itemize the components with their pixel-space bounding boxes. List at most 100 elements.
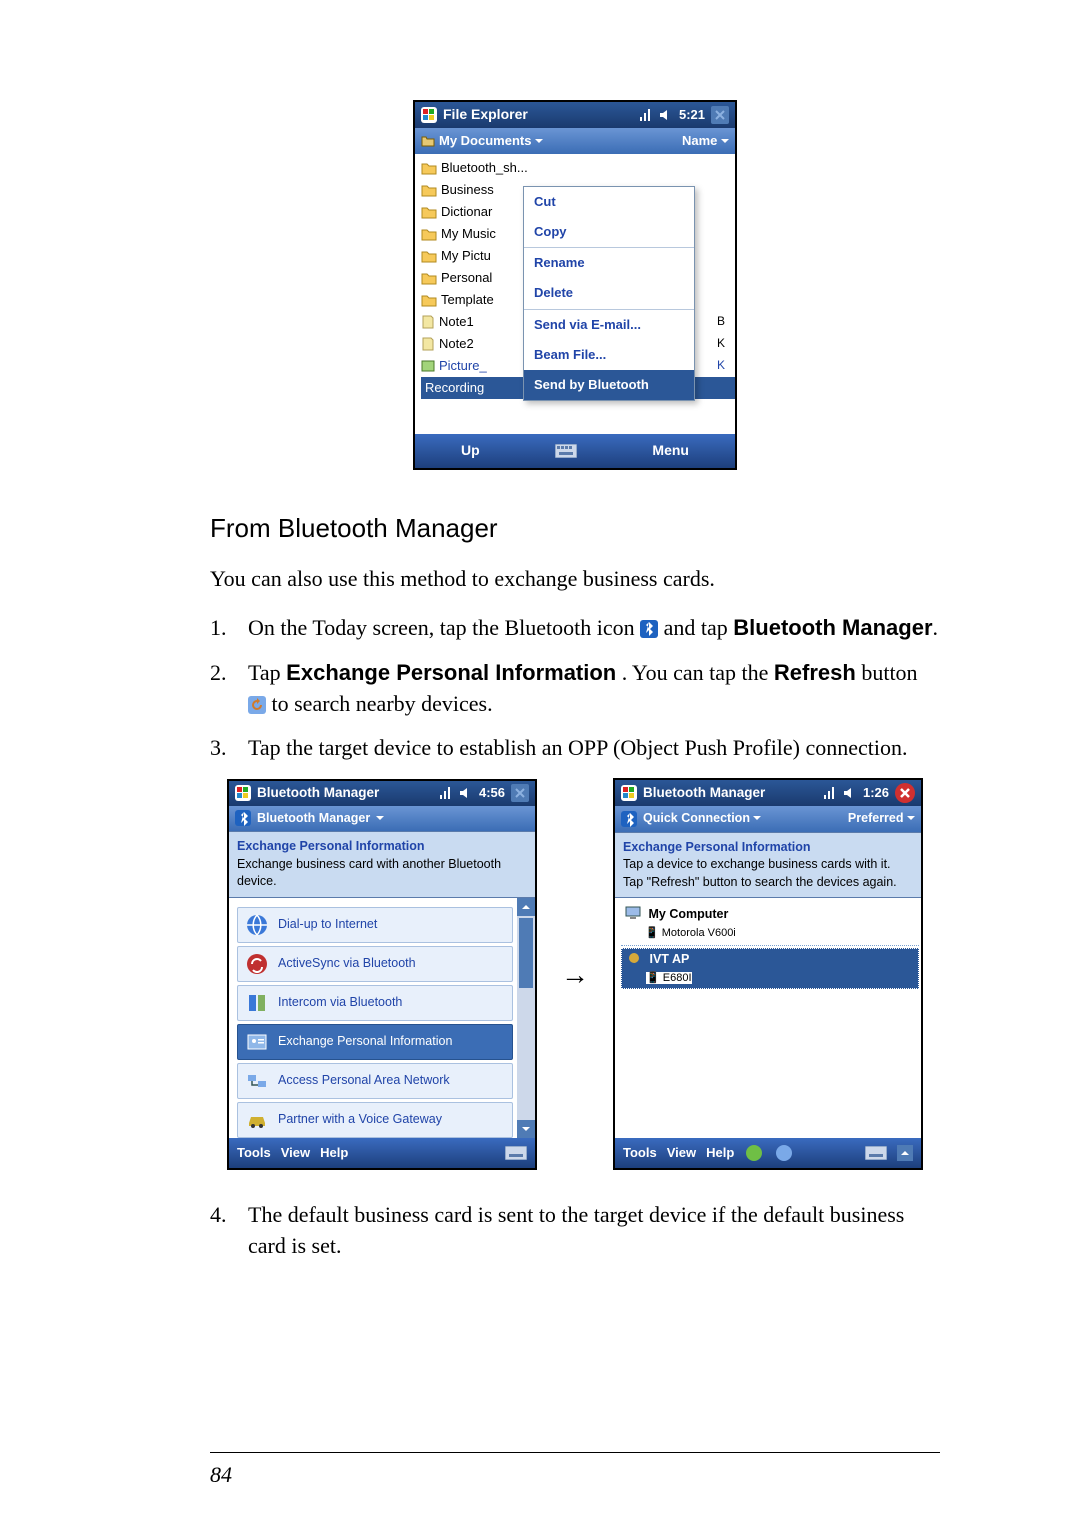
network-icon [244, 1068, 270, 1094]
bm-service-exchange[interactable]: Exchange Personal Information [237, 1024, 513, 1060]
folder-icon [421, 271, 437, 285]
ctx-rename[interactable]: Rename [524, 248, 694, 278]
up-button[interactable]: Up [461, 441, 480, 461]
ctx-delete[interactable]: Delete [524, 278, 694, 308]
device-row-selected[interactable]: IVT AP 📱 E680I [621, 948, 919, 989]
chevron-down-icon [907, 814, 915, 822]
bm-service-voicegw[interactable]: Partner with a Voice Gateway [237, 1102, 513, 1138]
bm-right-body: My Computer 📱 Motorola V600i IVT AP 📱 E6… [615, 898, 921, 1138]
steps-list-cont: 4. The default business card is sent to … [210, 1200, 940, 1262]
intro-text: You can also use this method to exchange… [210, 564, 940, 595]
keyboard-icon[interactable] [505, 1146, 527, 1160]
bm-left-toolbar[interactable]: Bluetooth Manager [229, 806, 535, 832]
ctx-copy[interactable]: Copy [524, 217, 694, 247]
volume-icon [659, 108, 673, 122]
note-icon [421, 337, 435, 351]
close-icon[interactable] [711, 106, 729, 124]
start-flag-icon[interactable] [621, 785, 637, 801]
folder-icon [421, 183, 437, 197]
start-flag-icon[interactable] [421, 107, 437, 123]
fe-folder-row[interactable]: Bluetooth_sh... [421, 157, 735, 179]
connect-icon[interactable] [746, 1145, 762, 1161]
page-number: 84 [210, 1460, 232, 1491]
fe-path[interactable]: My Documents [439, 132, 682, 150]
bluetooth-icon [640, 620, 658, 638]
scrollbar[interactable] [517, 898, 535, 1138]
fe-body: Bluetooth_sh... Business Dictionar My Mu… [415, 154, 735, 434]
steps-list: 1. On the Today screen, tap the Bluetoot… [210, 613, 940, 764]
image-icon [421, 359, 435, 373]
keyboard-icon[interactable] [555, 444, 577, 458]
sip-up-icon[interactable] [897, 1145, 913, 1161]
vcard-icon [244, 1029, 270, 1055]
bottom-tools[interactable]: Tools [623, 1144, 657, 1162]
bm-service-intercom[interactable]: Intercom via Bluetooth [237, 985, 513, 1021]
chevron-down-icon [376, 814, 384, 822]
step-number: 4. [210, 1200, 234, 1262]
menu-button[interactable]: Menu [652, 441, 689, 461]
bottom-tools[interactable]: Tools [237, 1144, 271, 1162]
signal-icon [823, 786, 837, 800]
volume-icon [459, 786, 473, 800]
bottom-view[interactable]: View [667, 1144, 696, 1162]
quick-connection[interactable]: Quick Connection [643, 810, 761, 828]
step-1: 1. On the Today screen, tap the Bluetoot… [210, 613, 940, 644]
fe-clock: 5:21 [679, 106, 705, 124]
scroll-down-icon[interactable] [517, 1120, 535, 1138]
footer-rule [210, 1452, 940, 1453]
bm-service-dialup[interactable]: Dial-up to Internet [237, 907, 513, 943]
bm-right-window: Bluetooth Manager 1:26 Quick Connection … [613, 778, 923, 1170]
bm-left-titlebar: Bluetooth Manager 4:56 [229, 781, 535, 806]
close-icon[interactable] [511, 784, 529, 802]
keyboard-icon[interactable] [865, 1146, 887, 1160]
bm-right-toolbar: Quick Connection Preferred [615, 806, 921, 832]
arrow-right-icon: → [561, 955, 589, 994]
divider [621, 945, 919, 946]
bm-left-bottombar: Tools View Help [229, 1138, 535, 1168]
bm-right-clock: 1:26 [863, 784, 889, 802]
computer-icon [625, 906, 641, 920]
bottom-help[interactable]: Help [706, 1144, 734, 1162]
folder-icon [421, 161, 437, 175]
volume-icon [843, 786, 857, 800]
start-flag-icon[interactable] [235, 785, 251, 801]
bm-left-window: Bluetooth Manager 4:56 Bluetooth Manager… [227, 779, 537, 1170]
folder-icon [421, 249, 437, 263]
ctx-cut[interactable]: Cut [524, 187, 694, 217]
globe-icon [244, 912, 270, 938]
bottom-help[interactable]: Help [320, 1144, 348, 1162]
signal-icon [639, 108, 653, 122]
refresh-icon[interactable] [776, 1145, 792, 1161]
context-menu: Cut Copy Rename Delete Send via E-mail..… [523, 186, 695, 401]
bm-left-clock: 4:56 [479, 784, 505, 802]
ctx-beam-file[interactable]: Beam File... [524, 340, 694, 370]
step-2: 2. Tap Exchange Personal Information . Y… [210, 658, 940, 720]
folder-icon [421, 205, 437, 219]
car-icon [244, 1107, 270, 1133]
bottom-view[interactable]: View [281, 1144, 310, 1162]
step-number: 1. [210, 613, 234, 644]
scroll-thumb[interactable] [519, 918, 533, 988]
step-number: 3. [210, 733, 234, 764]
file-explorer-window: File Explorer 5:21 My Documents Name Blu… [413, 100, 737, 470]
ctx-send-bluetooth[interactable]: Send by Bluetooth [524, 370, 694, 400]
bm-left-subheader: Exchange Personal Information Exchange b… [229, 831, 535, 898]
folder-icon [421, 293, 437, 307]
close-icon[interactable] [895, 783, 915, 803]
bm-service-activesync[interactable]: ActiveSync via Bluetooth [237, 946, 513, 982]
intercom-icon [244, 990, 270, 1016]
step-3: 3. Tap the target device to establish an… [210, 733, 940, 764]
refresh-icon [248, 696, 266, 714]
bm-right-title: Bluetooth Manager [643, 784, 817, 803]
bm-right-bottombar: Tools View Help [615, 1138, 921, 1168]
bm-service-pan[interactable]: Access Personal Area Network [237, 1063, 513, 1099]
step-4: 4. The default business card is sent to … [210, 1200, 940, 1262]
note-icon [421, 315, 435, 329]
fe-title: File Explorer [443, 105, 633, 125]
scroll-up-icon[interactable] [517, 898, 535, 916]
preferred[interactable]: Preferred [848, 810, 915, 828]
device-row[interactable]: My Computer 📱 Motorola V600i [621, 904, 919, 943]
folder-icon [421, 227, 437, 241]
ctx-send-email[interactable]: Send via E-mail... [524, 310, 694, 340]
fe-sort[interactable]: Name [682, 132, 729, 150]
